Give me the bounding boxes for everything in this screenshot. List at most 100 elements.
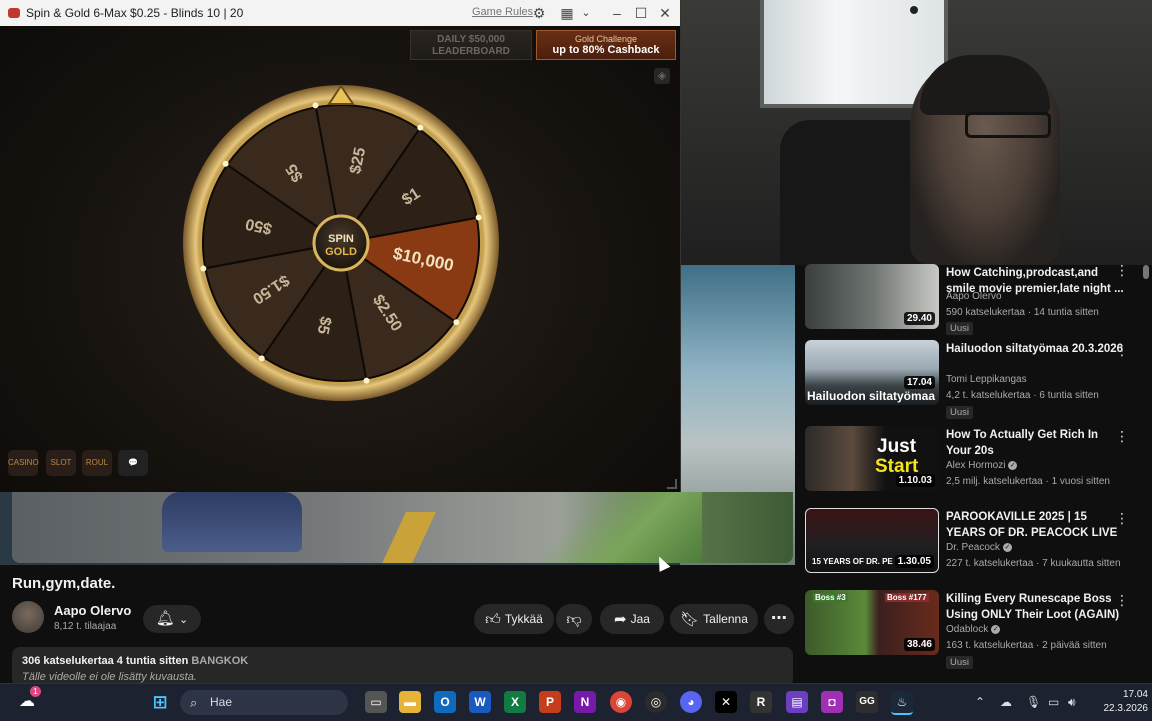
save-button[interactable]: 🔖︎ Tallenna <box>670 604 758 634</box>
video-thumbnail[interactable]: Boss #3 Boss #177 38.46 <box>805 590 939 655</box>
casino-icon[interactable]: CASINO <box>8 450 39 476</box>
instagram-icon[interactable]: ◘ <box>821 691 843 713</box>
more-vert-icon[interactable]: ⋮ <box>1115 510 1129 527</box>
list-item[interactable]: 29.40 How Catching,prodcast,and smile mo… <box>805 262 1152 344</box>
daily-leaderboard-banner[interactable]: DAILY $50,000 LEADERBOARD <box>410 30 532 60</box>
task-view-icon[interactable]: ▭ <box>365 691 387 713</box>
video-description-box[interactable]: 306 katselukertaa 4 tuntia sitten BANGKO… <box>12 647 793 687</box>
rec-channel[interactable]: Tomi Leppikangas <box>946 374 1027 385</box>
more-vert-icon[interactable]: ⋮ <box>1115 342 1129 359</box>
gold-challenge-subtitle: up to 80% Cashback <box>552 44 660 56</box>
rec-channel-name: Odablock <box>946 624 989 635</box>
excel-icon[interactable]: X <box>504 691 526 713</box>
more-vert-icon[interactable]: ⋮ <box>1115 428 1129 445</box>
slot-icon[interactable]: SLOT <box>46 450 76 476</box>
video-duration: 1.30.05 <box>894 555 934 568</box>
rec-title[interactable]: PAROOKAVILLE 2025 | 15 YEARS OF DR. PEAC… <box>946 509 1124 541</box>
steam-icon[interactable]: ♨ <box>891 691 913 715</box>
share-button[interactable]: ➦ Jaa <box>600 604 664 634</box>
video-thumbnail[interactable]: Hailuodon siltatyömaa 17.04 <box>805 340 939 405</box>
more-vert-icon[interactable]: ⋮ <box>1115 262 1129 279</box>
table-layout-icon[interactable]: ▦ <box>558 4 576 22</box>
clock-time: 17.04 <box>1122 689 1148 700</box>
volume-icon[interactable]: 🔊︎ <box>1068 695 1076 710</box>
obs-icon[interactable]: ◎ <box>645 691 667 713</box>
more-actions-button[interactable]: ⋯ <box>764 604 794 634</box>
roulette-icon[interactable]: ROUL <box>82 450 112 476</box>
game-titlebar[interactable]: Spin & Gold 6-Max $0.25 - Blinds 10 | 20… <box>0 0 680 26</box>
taskbar-search[interactable]: ⌕ Hae <box>180 690 348 715</box>
file-explorer-icon[interactable]: ▬ <box>399 691 421 713</box>
wheel-hub-spin: SPIN <box>328 233 354 245</box>
video-street-scene[interactable] <box>12 492 793 563</box>
onenote-icon[interactable]: N <box>574 691 596 713</box>
rec-channel[interactable]: Alex Hormozi ✓ <box>946 460 1018 471</box>
new-badge: Uusi <box>946 656 974 669</box>
avatar[interactable] <box>12 601 44 633</box>
no-description-text: Tälle videolle ei ole lisätty kuvausta. <box>22 671 197 683</box>
minimize-button[interactable]: – <box>608 4 626 22</box>
video-thumbnail[interactable]: 15 YEARS OF DR. PE 1.30.05 <box>805 508 939 573</box>
views-and-time: 306 katselukertaa 4 tuntia sitten <box>22 655 189 667</box>
notification-bell-button[interactable]: 🔔︎ ⌄ <box>143 605 201 633</box>
capcut-icon[interactable]: ✕ <box>715 691 737 713</box>
settings-gear-icon[interactable]: ⚙ <box>530 4 548 22</box>
list-item[interactable]: Hailuodon siltatyömaa 17.04 Hailuodon si… <box>805 340 1152 420</box>
recommendation-list: 29.40 How Catching,prodcast,and smile mo… <box>805 262 1152 682</box>
game-rules-link[interactable]: Game Rules <box>472 6 533 18</box>
video-thumbnail[interactable]: Just Start 1.10.03 <box>805 426 939 491</box>
video-duration: 38.46 <box>903 638 935 651</box>
thumbs-up-icon: 👍︎ <box>485 610 501 628</box>
list-item[interactable]: 15 YEARS OF DR. PE 1.30.05 PAROOKAVILLE … <box>805 508 1152 588</box>
poker-app-icon <box>8 8 20 18</box>
list-item[interactable]: Just Start 1.10.03 How To Actually Get R… <box>805 426 1152 506</box>
close-button[interactable]: ✕ <box>656 4 674 22</box>
wheel-peg-dot <box>453 319 460 326</box>
like-button[interactable]: 👍︎ Tykkää <box>474 604 554 634</box>
video-duration: 29.40 <box>903 312 935 325</box>
clock-date: 22.3.2026 <box>1103 703 1149 714</box>
onedrive-icon[interactable]: ☁ <box>1000 695 1012 709</box>
chrome-icon[interactable]: ◉ <box>610 691 632 713</box>
runelite-icon[interactable]: R <box>750 691 772 713</box>
channel-subscribers: 8,12 t. tilaajaa <box>54 621 117 632</box>
new-badge: Uusi <box>946 406 974 419</box>
windows-start-icon[interactable]: ⊞ <box>149 691 171 713</box>
system-clock[interactable]: 17.04 22.3.2026 <box>1096 688 1149 716</box>
microphone-icon[interactable]: 🎙︎ <box>1026 695 1041 709</box>
rec-title[interactable]: Hailuodon siltatyömaa 20.3.2026 <box>946 341 1124 357</box>
chat-icon[interactable]: 💬 <box>118 450 148 476</box>
windows-taskbar: ☁ ⊞ ⌕ Hae ▭ ▬ O W X P N ◉ ◎ ◕ ✕ R ▤ ◘ GG… <box>0 683 1152 721</box>
more-vert-icon[interactable]: ⋮ <box>1115 592 1129 609</box>
table-options-icon[interactable]: ◈ <box>654 68 670 84</box>
rec-title[interactable]: Killing Every Runescape Boss Using ONLY … <box>946 591 1124 623</box>
maximize-button[interactable]: ☐ <box>632 4 650 22</box>
bookmark-icon: 🔖︎ <box>680 610 700 628</box>
video-thumbnail[interactable]: 29.40 <box>805 264 939 329</box>
discord-icon[interactable]: ◕ <box>680 691 702 713</box>
resize-grip-icon[interactable] <box>667 479 677 489</box>
poker-game-window[interactable]: Spin & Gold 6-Max $0.25 - Blinds 10 | 20… <box>0 0 681 492</box>
location-tag[interactable]: BANGKOK <box>191 655 248 667</box>
recommendation-scrollbar[interactable] <box>1143 265 1149 279</box>
chevron-down-icon[interactable]: ⌄ <box>577 4 595 22</box>
ggpoker-icon[interactable]: GG <box>856 691 878 713</box>
powerpoint-icon[interactable]: P <box>539 691 561 713</box>
rec-channel[interactable]: Odablock ✓ <box>946 624 1001 635</box>
channel-name[interactable]: Aapo Olervo <box>54 603 131 618</box>
notification-count-badge: 1 <box>30 686 41 697</box>
dislike-button[interactable]: 👎︎ <box>556 604 592 634</box>
list-item[interactable]: Boss #3 Boss #177 38.46 Killing Every Ru… <box>805 590 1152 670</box>
game-window-title: Spin & Gold 6-Max $0.25 - Blinds 10 | 20 <box>26 6 244 20</box>
network-icon[interactable]: ▭ <box>1048 695 1059 709</box>
tray-overflow-chevron-icon[interactable]: ⌃ <box>975 695 985 709</box>
outlook-icon[interactable]: O <box>434 691 456 713</box>
gold-challenge-title: Gold Challenge <box>574 34 638 44</box>
media-player-icon[interactable]: ▤ <box>786 691 808 713</box>
prize-wheel-graphic: $25$1$10,000$2.50$5$1.50$50$5 SPIN GOLD <box>183 84 499 401</box>
word-icon[interactable]: W <box>469 691 491 713</box>
rec-title[interactable]: How To Actually Get Rich In Your 20s <box>946 427 1124 459</box>
rec-channel[interactable]: Dr. Peacock ✓ <box>946 542 1012 553</box>
gold-challenge-banner[interactable]: Gold Challenge up to 80% Cashback <box>536 30 676 60</box>
rec-channel[interactable]: Aapo Olervo <box>946 291 1002 302</box>
